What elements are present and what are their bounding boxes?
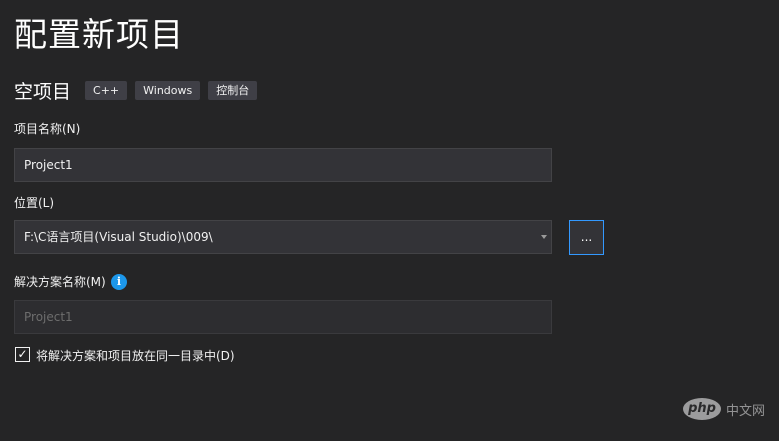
location-combobox[interactable]: F:\C语言项目(Visual Studio)\009\	[14, 220, 552, 254]
solution-name-value: Project1	[24, 310, 73, 324]
location-label: 位置(L)	[14, 196, 55, 210]
solution-name-input: Project1	[14, 300, 552, 334]
page-title: 配置新项目	[14, 15, 184, 54]
same-directory-label[interactable]: 将解决方案和项目放在同一目录中(D)	[36, 348, 235, 364]
same-directory-checkbox[interactable]: ✓	[15, 347, 30, 362]
php-logo: php	[683, 398, 721, 420]
project-name-value: Project1	[24, 158, 73, 172]
solution-name-label: 解决方案名称(M)	[14, 275, 106, 289]
tag-console: 控制台	[208, 80, 258, 100]
info-icon[interactable]: i	[111, 274, 127, 290]
browse-button[interactable]: ...	[569, 220, 604, 255]
chevron-down-icon[interactable]	[541, 235, 547, 239]
checkmark-icon: ✓	[17, 347, 28, 361]
tag-windows: Windows	[135, 80, 201, 100]
project-name-label: 项目名称(N)	[14, 122, 81, 136]
template-name: 空项目	[14, 80, 72, 103]
tag-cpp: C++	[85, 80, 128, 100]
location-value: F:\C语言项目(Visual Studio)\009\	[24, 230, 213, 244]
watermark: php 中文网	[683, 398, 765, 420]
project-name-input[interactable]: Project1	[14, 148, 552, 182]
watermark-text: 中文网	[726, 403, 766, 419]
template-summary: 空项目 C++ Windows 控制台	[14, 76, 265, 104]
